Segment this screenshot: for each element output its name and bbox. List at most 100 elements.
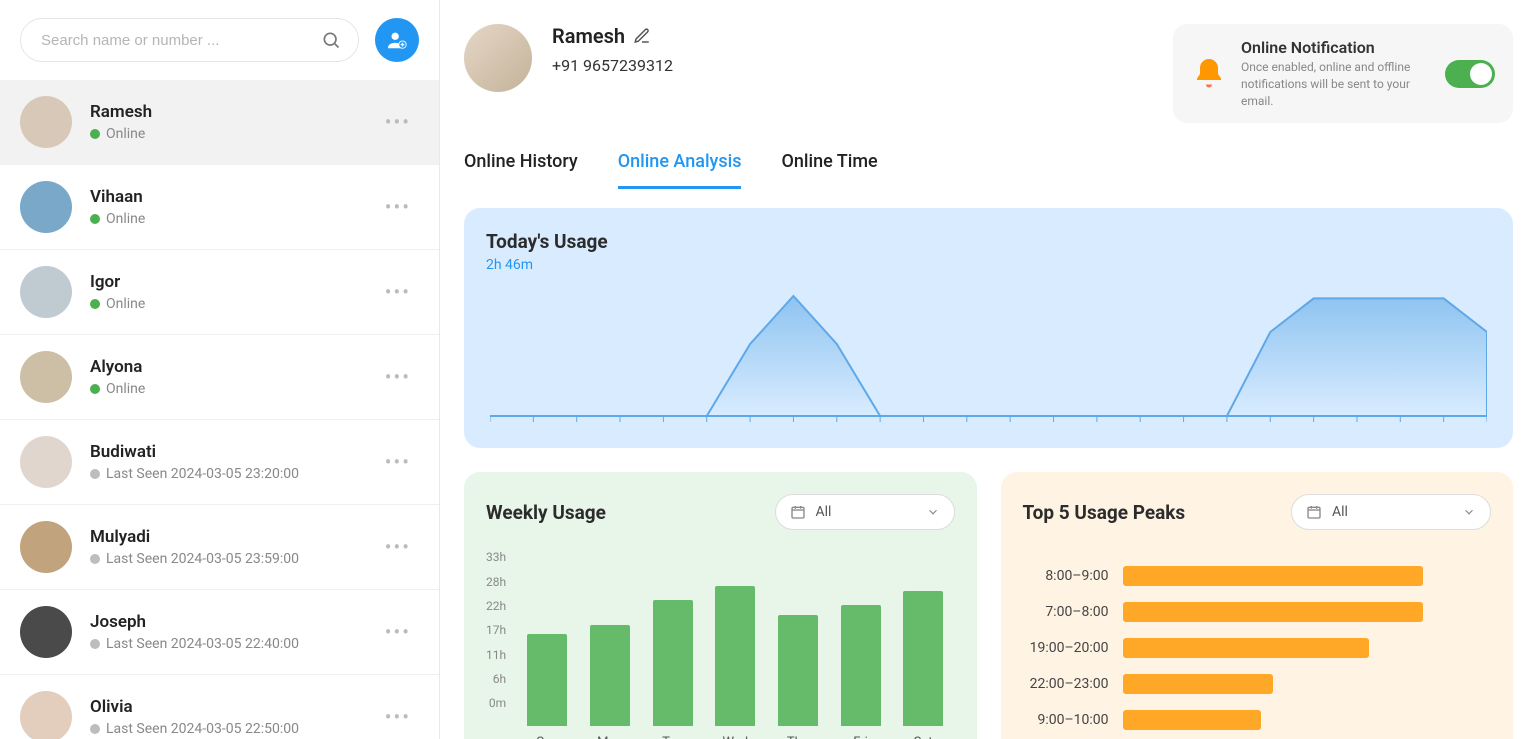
contact-status: Last Seen 2024-03-05 23:20:00 [90, 466, 377, 482]
peak-label: 22:00–23:00 [1023, 676, 1109, 692]
weekly-bars [516, 550, 954, 727]
profile-header: Ramesh +91 9657239312 Online Notificatio… [464, 24, 1513, 123]
avatar [20, 606, 72, 658]
peaks-dropdown-value: All [1332, 504, 1452, 520]
status-label: Online [106, 211, 145, 227]
avatar [20, 266, 72, 318]
contacts-sidebar: Ramesh Online ••• Vihaan Online ••• Igor… [0, 0, 440, 739]
today-subtitle: 2h 46m [486, 257, 1491, 273]
status-label: Online [106, 296, 145, 312]
contact-status: Online [90, 126, 377, 142]
peak-label: 9:00–10:00 [1023, 712, 1109, 728]
contact-menu-button[interactable]: ••• [377, 527, 419, 567]
contact-info: Budiwati Last Seen 2024-03-05 23:20:00 [90, 442, 377, 482]
panels: Today's Usage 2h 46m Weekly Usage All [464, 208, 1513, 739]
search-wrap [20, 18, 359, 62]
status-label: Last Seen 2024-03-05 22:50:00 [106, 721, 299, 737]
weekly-bar [527, 634, 567, 726]
contact-item[interactable]: Budiwati Last Seen 2024-03-05 23:20:00 •… [0, 420, 439, 505]
contact-item[interactable]: Ramesh Online ••• [0, 80, 439, 165]
weekly-x-axis: SunMonTueWedThuFriSat [516, 735, 954, 739]
chevron-down-icon [926, 505, 940, 519]
status-dot [90, 214, 100, 224]
today-usage-panel: Today's Usage 2h 46m [464, 208, 1513, 448]
peak-row: 22:00–23:00 [1023, 674, 1492, 694]
contact-menu-button[interactable]: ••• [377, 612, 419, 652]
contact-info: Vihaan Online [90, 187, 377, 227]
status-dot [90, 129, 100, 139]
contact-item[interactable]: Joseph Last Seen 2024-03-05 22:40:00 ••• [0, 590, 439, 675]
tabs: Online History Online Analysis Online Time [464, 151, 1513, 190]
peak-bar [1123, 566, 1423, 586]
peaks-filter-dropdown[interactable]: All [1291, 494, 1491, 530]
contact-item[interactable]: Igor Online ••• [0, 250, 439, 335]
tab-online-time[interactable]: Online Time [781, 151, 877, 189]
tab-online-analysis[interactable]: Online Analysis [618, 151, 742, 189]
peaks-chart: 8:00–9:00 7:00–8:00 19:00–20:00 22:00–23… [1023, 566, 1492, 730]
contact-status: Last Seen 2024-03-05 23:59:00 [90, 551, 377, 567]
contact-item[interactable]: Mulyadi Last Seen 2024-03-05 23:59:00 ••… [0, 505, 439, 590]
status-label: Last Seen 2024-03-05 23:20:00 [106, 466, 299, 482]
today-chart [490, 276, 1487, 426]
contact-info: Alyona Online [90, 357, 377, 397]
contact-item[interactable]: Vihaan Online ••• [0, 165, 439, 250]
tab-online-history[interactable]: Online History [464, 151, 578, 189]
calendar-icon [790, 504, 806, 520]
contact-status: Online [90, 381, 377, 397]
peak-row: 8:00–9:00 [1023, 566, 1492, 586]
contact-menu-button[interactable]: ••• [377, 272, 419, 312]
contact-list[interactable]: Ramesh Online ••• Vihaan Online ••• Igor… [0, 80, 439, 739]
contact-name: Olivia [90, 697, 377, 717]
notification-toggle[interactable] [1445, 60, 1495, 88]
main-panel: Ramesh +91 9657239312 Online Notificatio… [440, 0, 1537, 739]
contact-item[interactable]: Olivia Last Seen 2024-03-05 22:50:00 ••• [0, 675, 439, 739]
contact-menu-button[interactable]: ••• [377, 102, 419, 142]
contact-info: Olivia Last Seen 2024-03-05 22:50:00 [90, 697, 377, 737]
contact-menu-button[interactable]: ••• [377, 697, 419, 737]
weekly-bar [778, 615, 818, 727]
peak-bar [1123, 638, 1369, 658]
profile-avatar [464, 24, 532, 92]
contact-menu-button[interactable]: ••• [377, 357, 419, 397]
bell-icon [1191, 56, 1227, 92]
status-label: Last Seen 2024-03-05 23:59:00 [106, 551, 299, 567]
contact-info: Joseph Last Seen 2024-03-05 22:40:00 [90, 612, 377, 652]
status-dot [90, 639, 100, 649]
chevron-down-icon [1462, 505, 1476, 519]
status-dot [90, 469, 100, 479]
contact-name: Budiwati [90, 442, 377, 462]
weekly-bar [903, 591, 943, 727]
peak-bar [1123, 674, 1273, 694]
contact-status: Online [90, 211, 377, 227]
profile-phone: +91 9657239312 [552, 56, 673, 75]
notification-desc: Once enabled, online and offline notific… [1241, 59, 1431, 109]
add-user-icon [386, 29, 408, 51]
weekly-bar [590, 625, 630, 727]
avatar [20, 181, 72, 233]
status-label: Online [106, 381, 145, 397]
contact-status: Last Seen 2024-03-05 22:50:00 [90, 721, 377, 737]
peak-bar [1123, 602, 1423, 622]
contact-status: Online [90, 296, 377, 312]
peak-row: 19:00–20:00 [1023, 638, 1492, 658]
add-contact-button[interactable] [375, 18, 419, 62]
search-input[interactable] [20, 18, 359, 62]
weekly-usage-panel: Weekly Usage All 33h28h22h17h11h6h0m Sun… [464, 472, 977, 739]
contact-menu-button[interactable]: ••• [377, 442, 419, 482]
avatar [20, 436, 72, 488]
contact-info: Mulyadi Last Seen 2024-03-05 23:59:00 [90, 527, 377, 567]
peak-label: 8:00–9:00 [1023, 568, 1109, 584]
avatar [20, 351, 72, 403]
avatar [20, 96, 72, 148]
contact-name: Vihaan [90, 187, 377, 207]
status-label: Online [106, 126, 145, 142]
edit-icon[interactable] [633, 27, 651, 45]
today-title: Today's Usage [486, 230, 1491, 253]
status-dot [90, 554, 100, 564]
contact-name: Ramesh [90, 102, 377, 122]
weekly-filter-dropdown[interactable]: All [775, 494, 955, 530]
notification-title: Online Notification [1241, 38, 1431, 57]
contact-item[interactable]: Alyona Online ••• [0, 335, 439, 420]
contact-name: Mulyadi [90, 527, 377, 547]
contact-menu-button[interactable]: ••• [377, 187, 419, 227]
